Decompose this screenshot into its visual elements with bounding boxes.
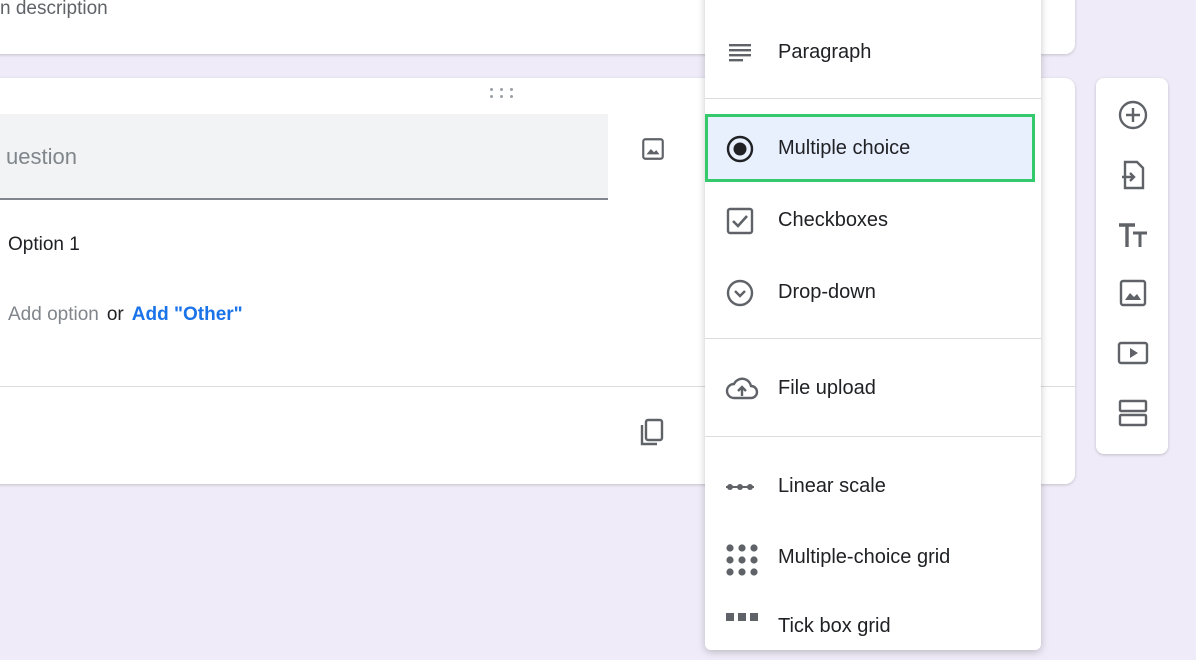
dropdown-circle-icon [725, 278, 755, 308]
menu-item-linear-scale[interactable]: Linear scale [705, 454, 1041, 520]
section-icon[interactable] [1116, 396, 1150, 430]
radio-button-icon [725, 134, 755, 164]
checkbox-icon [725, 206, 755, 236]
menu-item-checkboxes[interactable]: Checkboxes [705, 188, 1041, 254]
add-option-button[interactable]: Add option [8, 304, 99, 325]
linear-scale-icon [725, 472, 755, 502]
paragraph-icon [725, 38, 755, 68]
title-text-icon[interactable] [1116, 218, 1150, 252]
question-type-menu: Paragraph Multiple choice Checkboxes Dro… [705, 0, 1041, 650]
question-title-input[interactable]: uestion [0, 114, 608, 200]
import-questions-icon[interactable] [1116, 158, 1150, 192]
option-1-label[interactable]: Option 1 [8, 234, 80, 256]
side-toolbar [1096, 78, 1168, 454]
image-icon[interactable] [1116, 276, 1150, 310]
add-question-icon[interactable] [1116, 98, 1150, 132]
menu-label-tick-box-grid: Tick box grid [778, 615, 891, 637]
menu-item-file-upload[interactable]: File upload [705, 356, 1041, 422]
add-option-row: Add option or Add "Other" [8, 304, 243, 326]
menu-label-dropdown: Drop-down [778, 281, 876, 303]
cloud-upload-icon [725, 374, 759, 404]
menu-label-paragraph: Paragraph [778, 41, 872, 63]
duplicate-icon[interactable] [638, 418, 666, 448]
add-image-icon[interactable] [640, 136, 666, 162]
drag-handle-icon[interactable] [490, 88, 516, 100]
add-other-link[interactable]: Add "Other" [132, 304, 243, 325]
menu-label-checkboxes: Checkboxes [778, 209, 889, 231]
form-description-field[interactable]: n description [0, 0, 108, 20]
menu-item-dropdown[interactable]: Drop-down [705, 260, 1041, 326]
video-icon[interactable] [1116, 336, 1150, 370]
menu-divider [705, 98, 1041, 99]
or-text: or [106, 304, 124, 325]
question-placeholder: uestion [6, 144, 77, 169]
menu-item-multiple-choice-grid[interactable]: Multiple-choice grid [705, 525, 1041, 591]
menu-divider [705, 338, 1041, 339]
tick-grid-icon [725, 612, 758, 642]
menu-divider [705, 436, 1041, 437]
menu-item-multiple-choice[interactable]: Multiple choice [705, 116, 1041, 182]
menu-label-multiple-choice: Multiple choice [778, 137, 911, 159]
menu-item-tick-box-grid[interactable]: Tick box grid [705, 594, 1041, 660]
menu-item-paragraph[interactable]: Paragraph [705, 20, 1041, 86]
menu-label-linear-scale: Linear scale [778, 475, 886, 497]
menu-label-file-upload: File upload [778, 377, 876, 399]
grid-dots-icon [725, 543, 758, 576]
menu-label-multiple-choice-grid: Multiple-choice grid [778, 546, 951, 568]
